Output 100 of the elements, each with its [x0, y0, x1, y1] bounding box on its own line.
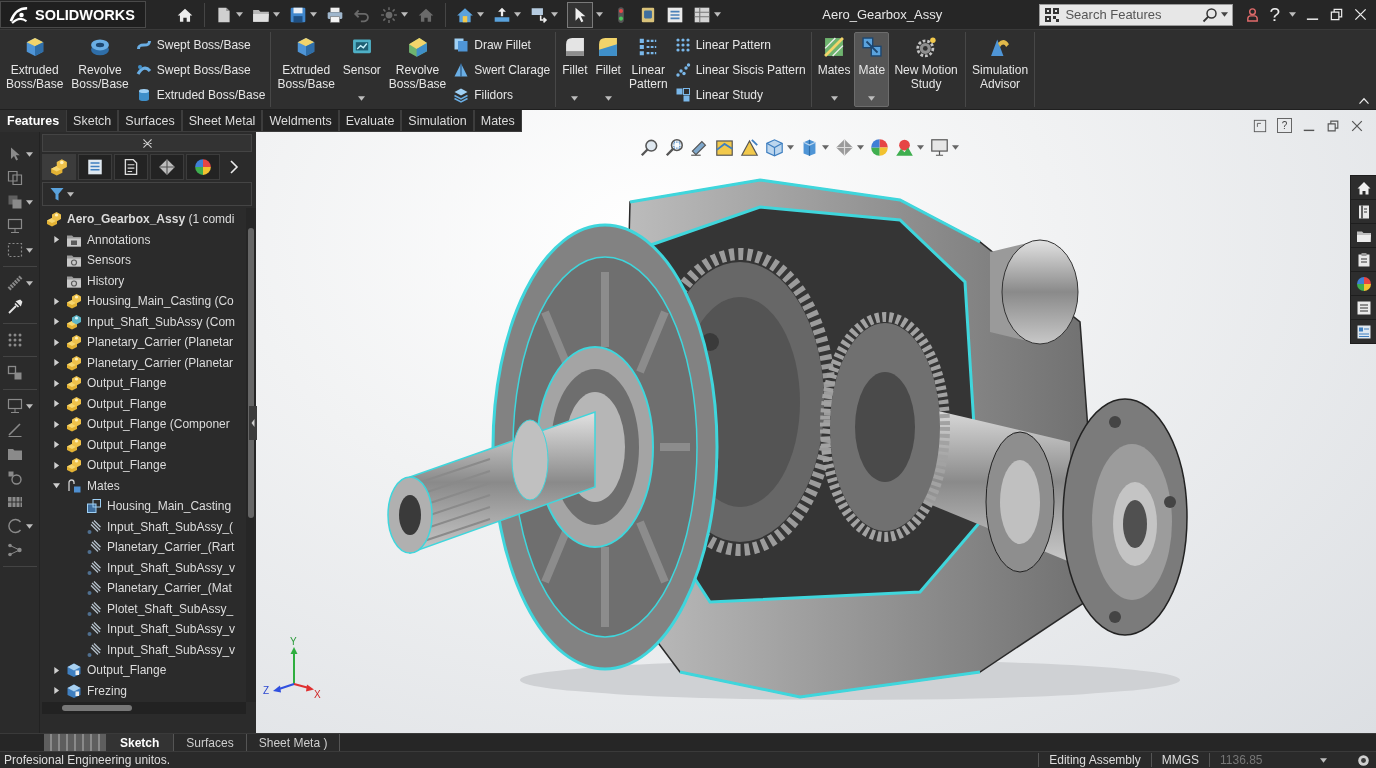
ribbon-button[interactable]: Linear Pattern	[624, 32, 672, 107]
expand-arrow-icon[interactable]	[52, 236, 60, 244]
expand-arrow-icon[interactable]	[52, 687, 60, 695]
help-button[interactable]: ?	[1277, 118, 1292, 133]
tiles-icon[interactable]	[1355, 323, 1372, 340]
expand-arrow-icon[interactable]	[52, 297, 60, 305]
ribbon-button[interactable]: Linear Study	[672, 84, 808, 105]
caret-icon[interactable]	[857, 145, 864, 150]
layers-icon[interactable]	[6, 194, 23, 210]
command-tab[interactable]: Sheet Metal	[181, 110, 263, 132]
color-wheel-icon[interactable]	[1355, 275, 1372, 292]
expand-arrow-icon[interactable]	[52, 379, 60, 387]
tray-arrow-icon[interactable]	[530, 5, 548, 24]
ribbon-button[interactable]: Filidors	[451, 84, 553, 105]
user-icon[interactable]	[1245, 7, 1261, 22]
restore-icon[interactable]	[1329, 7, 1344, 22]
ribbon-button[interactable]: Linear Pattern	[672, 34, 808, 55]
caret-icon[interactable]	[917, 145, 924, 150]
close-icon[interactable]	[1350, 118, 1364, 133]
panel-tab[interactable]	[78, 154, 112, 180]
model-tab[interactable]: Sketch	[106, 734, 175, 751]
tree-item[interactable]: Input_Shaft_SubAssy_v	[107, 560, 236, 575]
list-icon[interactable]	[666, 5, 684, 24]
panel-tab[interactable]	[186, 154, 220, 180]
printer-icon[interactable]	[326, 5, 344, 24]
caret-icon[interactable]	[1289, 12, 1296, 17]
caret-icon[interactable]	[1320, 757, 1327, 763]
circle-square-icon[interactable]	[6, 470, 23, 486]
tree-item[interactable]: Output_Flange (Componer	[87, 417, 230, 432]
pointer-icon[interactable]	[567, 1, 593, 28]
house-icon[interactable]	[1355, 179, 1372, 196]
eyedropper-icon[interactable]	[6, 299, 23, 315]
ribbon-button[interactable]: Swept Boss/Base	[133, 59, 268, 80]
search-field[interactable]: Search Features	[1039, 3, 1234, 26]
monitor-icon[interactable]	[930, 138, 949, 157]
caret-icon[interactable]	[25, 199, 33, 205]
squares-icon[interactable]	[6, 365, 23, 381]
tree-item[interactable]: History	[87, 273, 125, 288]
caret-icon[interactable]	[514, 12, 521, 17]
grid-icon[interactable]	[6, 494, 23, 510]
command-tab[interactable]: Features	[0, 110, 67, 132]
expand-arrow-icon[interactable]	[52, 420, 60, 428]
caret-icon[interactable]	[714, 12, 721, 17]
upload-icon[interactable]	[493, 5, 511, 24]
caret-icon[interactable]	[273, 12, 280, 17]
model-tab[interactable]: Surfaces	[174, 734, 247, 751]
ribbon-button[interactable]: Extruded Boss/Base	[273, 32, 339, 107]
caret-icon[interactable]	[822, 145, 829, 150]
ribbon-button[interactable]: Swert Clarage	[451, 59, 553, 80]
caret-icon[interactable]	[25, 247, 33, 253]
magnifier-icon[interactable]	[665, 138, 684, 157]
expand-arrow-icon[interactable]	[52, 359, 60, 367]
tree-item[interactable]: Frezing	[87, 683, 127, 698]
panel-tab[interactable]	[150, 154, 184, 180]
circle-icon[interactable]	[1357, 753, 1370, 767]
tree-item[interactable]: Plotet_Shaft_SubAssy_	[107, 601, 234, 616]
command-tab[interactable]: Simulation	[401, 110, 474, 132]
frame-icon[interactable]	[1253, 118, 1267, 133]
tree-item[interactable]: Input_Shaft_SubAssy (Com	[87, 314, 236, 329]
nodes-icon[interactable]	[6, 542, 23, 558]
card-icon[interactable]	[639, 5, 657, 24]
caret-icon[interactable]	[67, 191, 74, 197]
tree-item[interactable]: Planetary_Carrier (Planetar	[87, 335, 234, 350]
caret-icon[interactable]	[551, 12, 558, 17]
caret-icon[interactable]	[25, 280, 33, 286]
ribbon-button[interactable]: Swept Boss/Base	[133, 34, 268, 55]
triangle-icon[interactable]	[740, 138, 759, 157]
tree-item[interactable]: Aero_Gearbox_Assy (1 comdi	[67, 212, 235, 227]
caret-icon[interactable]	[401, 12, 408, 17]
command-tab[interactable]: Evaluate	[338, 110, 402, 132]
screen-icon[interactable]	[6, 398, 23, 414]
model-thumbnail-drawing[interactable]	[44, 734, 106, 751]
tree-item[interactable]: Output_Flange	[87, 663, 167, 678]
expand-arrow-icon[interactable]	[52, 461, 60, 469]
caret-icon[interactable]	[596, 12, 603, 17]
copy-icon[interactable]	[6, 170, 23, 186]
landscape-icon[interactable]	[895, 138, 914, 157]
ribbon-button[interactable]: Mates	[813, 32, 855, 107]
ribbon-button[interactable]: Fillet	[591, 32, 625, 107]
tree-item[interactable]: Output_Flange	[87, 396, 167, 411]
tree-item[interactable]: Housing_Main_Casting	[107, 499, 232, 514]
tree-item[interactable]: Input_Shaft_SubAssy_v	[107, 622, 236, 637]
expand-arrow-icon[interactable]	[52, 482, 60, 490]
diamond-icon[interactable]	[835, 138, 854, 157]
pencil-icon[interactable]	[6, 422, 23, 438]
caret-icon[interactable]	[787, 145, 794, 150]
command-tab[interactable]: Surfaces	[118, 110, 182, 132]
ribbon-button[interactable]: Fillet	[558, 32, 592, 107]
chevron-up-icon[interactable]	[1358, 95, 1370, 107]
tree-item[interactable]: Annotations	[87, 232, 151, 247]
command-tab[interactable]: Sketch	[66, 110, 119, 132]
expand-arrow-icon[interactable]	[52, 666, 60, 674]
cube-icon[interactable]	[765, 138, 784, 157]
tree-item[interactable]: Input_Shaft_SubAssy_(	[107, 519, 234, 534]
caret-icon[interactable]	[25, 523, 33, 529]
model-tab[interactable]: Sheet Meta )	[246, 734, 341, 751]
ribbon-button[interactable]: Draw Fillet	[451, 34, 553, 55]
tree-item[interactable]: Output_Flange	[87, 376, 167, 391]
ribbon-button[interactable]: Mate	[854, 32, 890, 107]
ribbon-button[interactable]: Sensor	[338, 32, 385, 107]
